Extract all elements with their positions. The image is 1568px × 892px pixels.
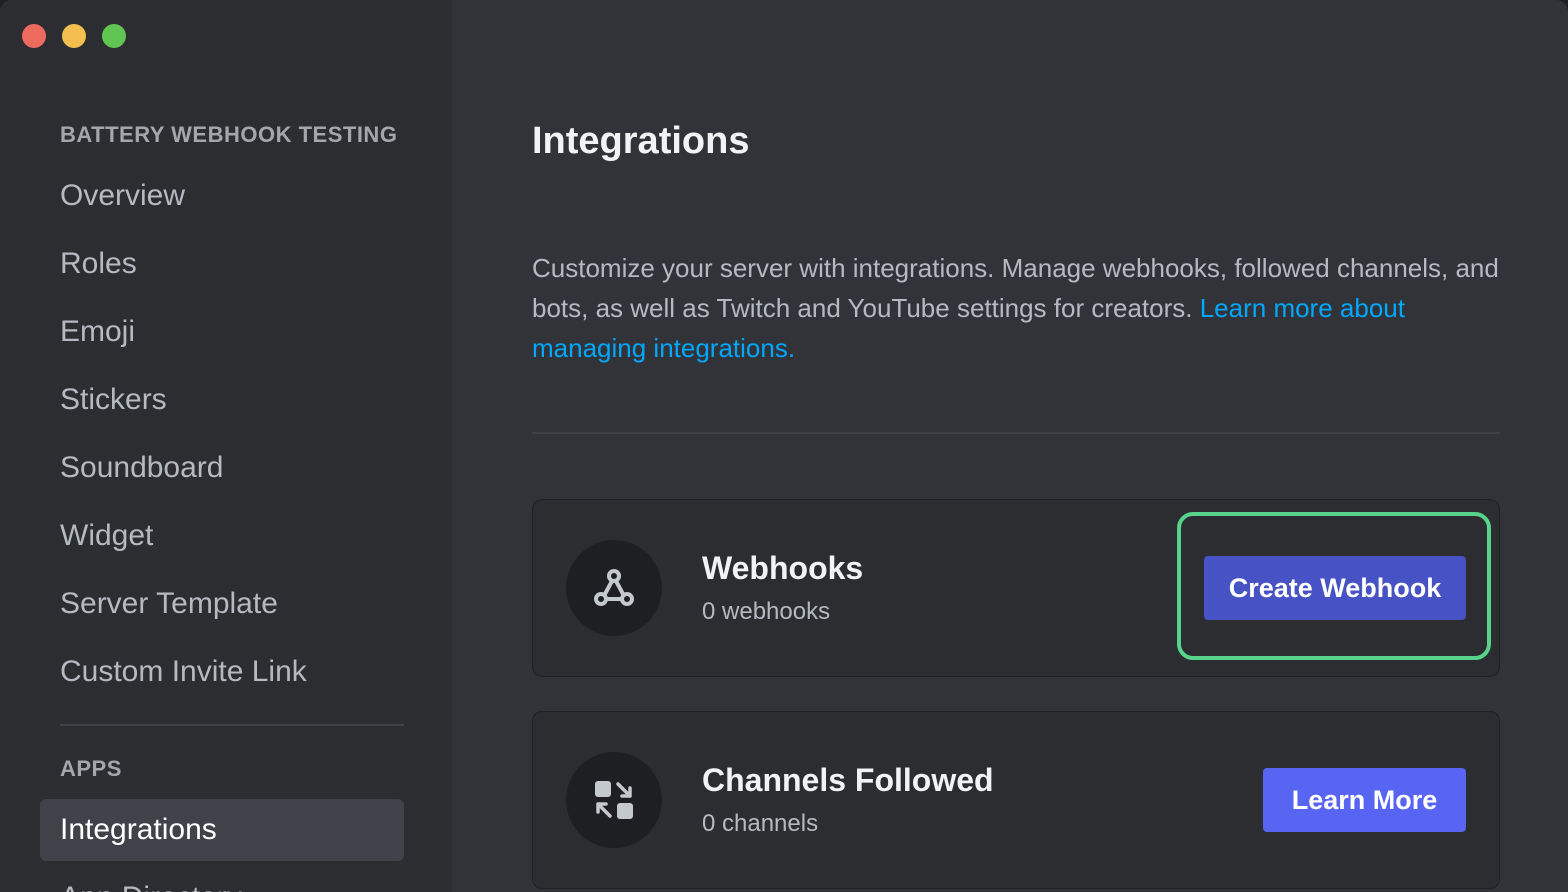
sidebar-item-app-directory[interactable]: App Directory — [40, 867, 404, 892]
channels-followed-icon — [566, 752, 662, 848]
sidebar-item-widget[interactable]: Widget — [40, 505, 404, 567]
page-title: Integrations — [532, 120, 750, 162]
settings-sidebar: BATTERY WEBHOOK TESTING Overview Roles E… — [0, 0, 452, 892]
window-controls — [22, 24, 126, 48]
webhook-icon — [566, 540, 662, 636]
sidebar-item-emoji[interactable]: Emoji — [40, 301, 404, 363]
channels-followed-title: Channels Followed — [702, 762, 994, 798]
sidebar-item-integrations[interactable]: Integrations — [40, 799, 404, 861]
sidebar-item-soundboard[interactable]: Soundboard — [40, 437, 404, 499]
server-section-header: BATTERY WEBHOOK TESTING — [60, 122, 398, 147]
settings-content: Integrations Customize your server with … — [452, 0, 1568, 892]
close-window-button[interactable] — [22, 24, 46, 48]
maximize-window-button[interactable] — [102, 24, 126, 48]
webhooks-count: 0 webhooks — [702, 598, 831, 625]
create-webhook-button[interactable]: Create Webhook — [1204, 556, 1466, 620]
sidebar-item-custom-invite-link[interactable]: Custom Invite Link — [40, 641, 404, 703]
app-window: BATTERY WEBHOOK TESTING Overview Roles E… — [0, 0, 1568, 892]
page-description: Customize your server with integrations.… — [532, 248, 1500, 368]
sidebar-item-roles[interactable]: Roles — [40, 233, 404, 295]
section-divider — [532, 432, 1500, 434]
learn-more-button[interactable]: Learn More — [1263, 768, 1466, 832]
minimize-window-button[interactable] — [62, 24, 86, 48]
webhooks-card[interactable]: Webhooks 0 webhooks Create Webhook — [532, 499, 1500, 677]
webhooks-title: Webhooks — [702, 550, 864, 586]
channels-followed-card[interactable]: Channels Followed 0 channels Learn More — [532, 711, 1500, 889]
sidebar-item-server-template[interactable]: Server Template — [40, 573, 404, 635]
sidebar-item-stickers[interactable]: Stickers — [40, 369, 404, 431]
channels-followed-count: 0 channels — [702, 810, 819, 837]
sidebar-item-overview[interactable]: Overview — [40, 165, 404, 227]
apps-section-header: APPS — [60, 756, 122, 781]
sidebar-divider — [60, 724, 404, 726]
